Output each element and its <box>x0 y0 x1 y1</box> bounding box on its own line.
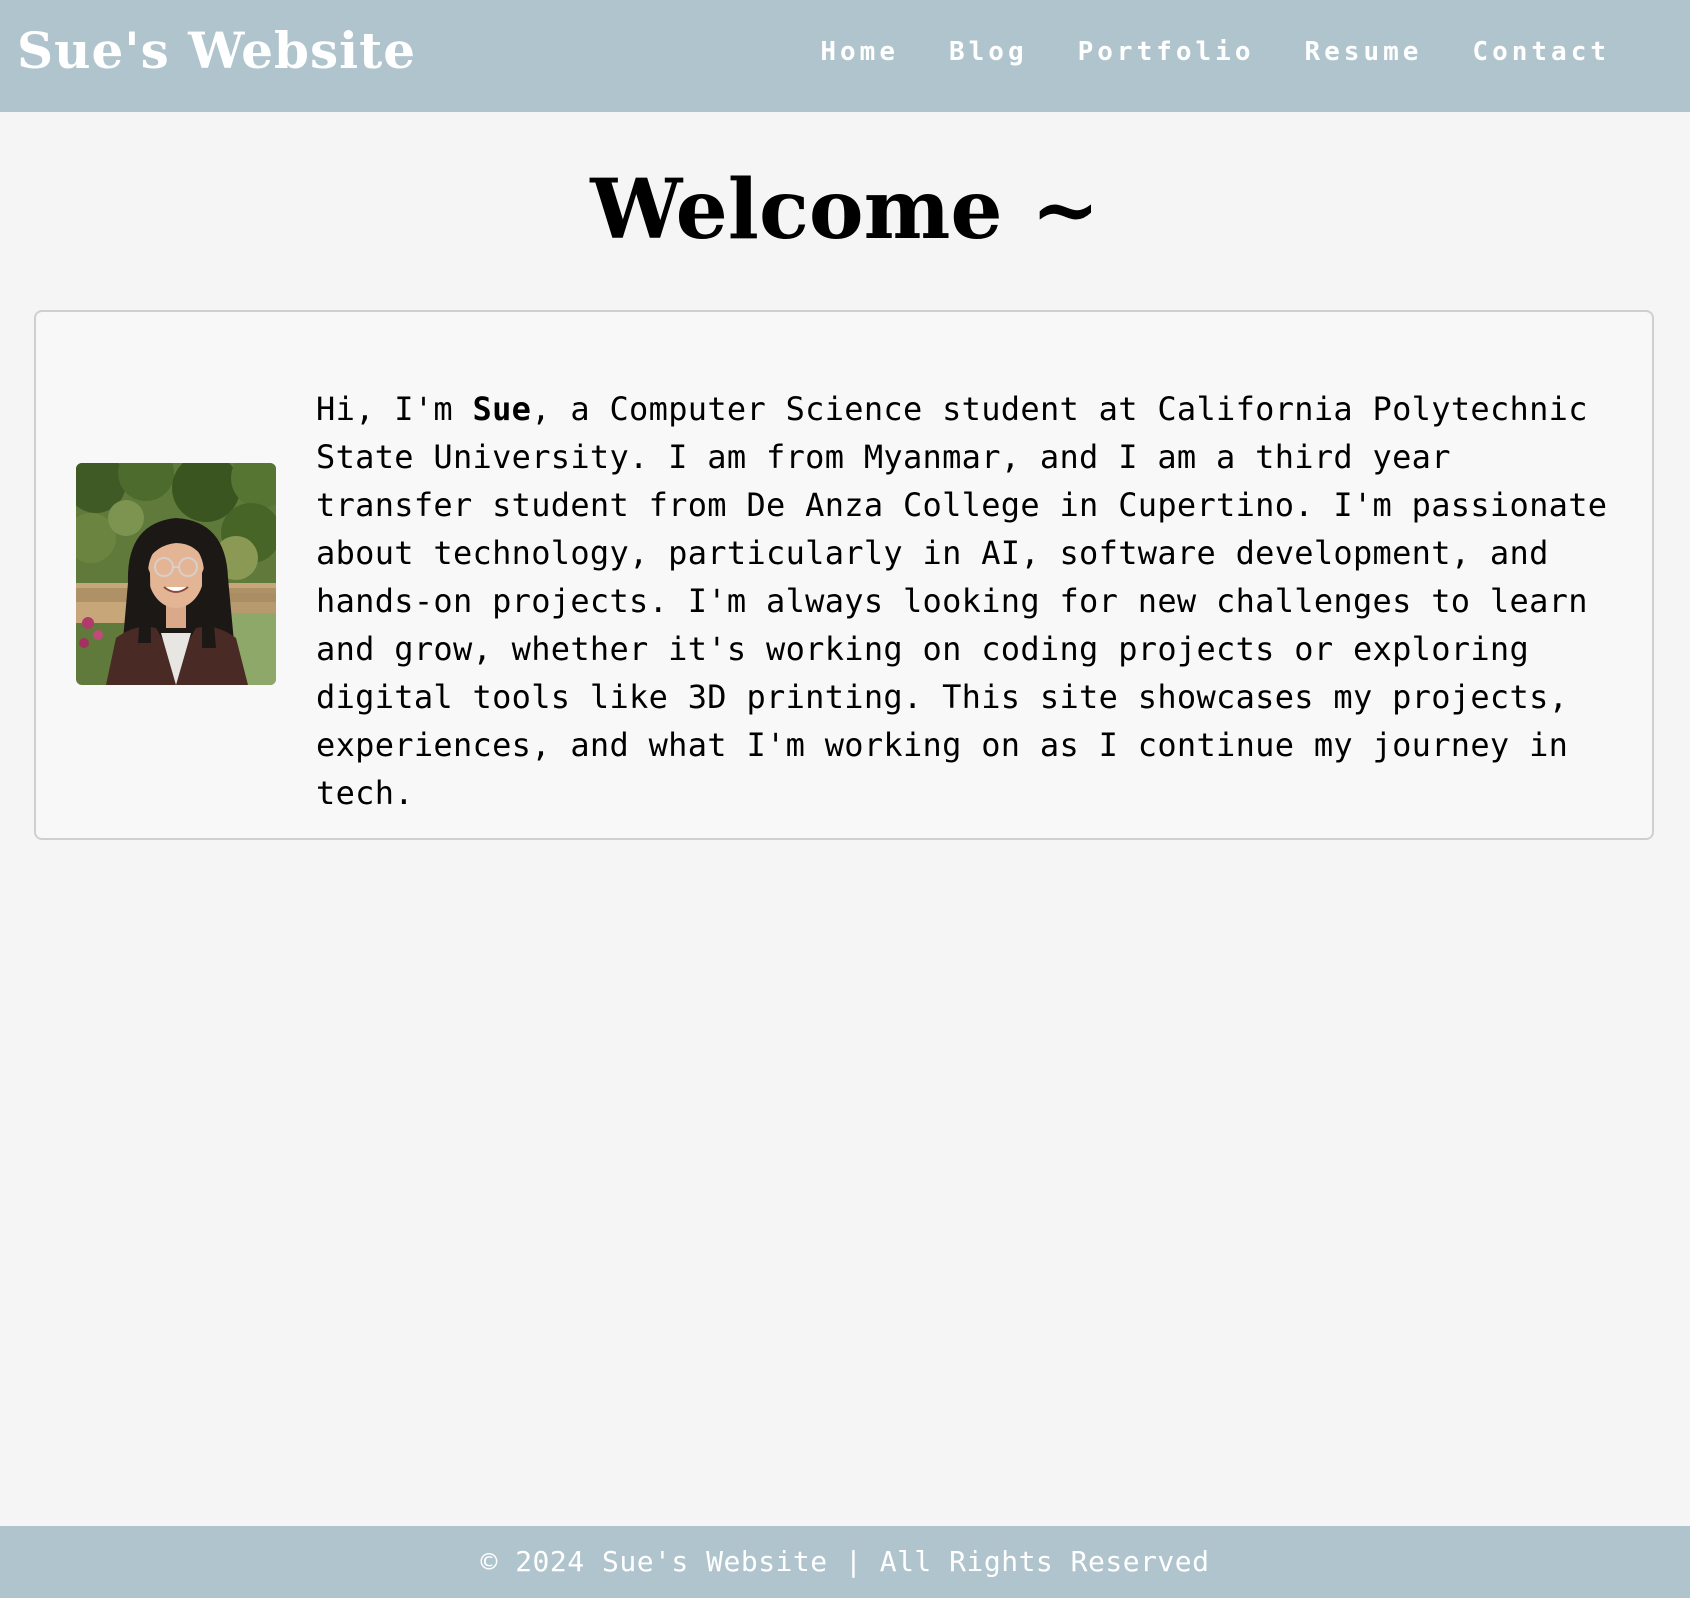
page-title: Welcome ~ <box>590 162 1100 258</box>
intro-name: Sue <box>472 390 532 428</box>
nav-link-portfolio[interactable]: Portfolio <box>1078 32 1255 72</box>
site-header: Sue's Website Home Blog Portfolio Resume… <box>0 0 1690 112</box>
nav-link-contact[interactable]: Contact <box>1472 32 1610 72</box>
main-nav: Home Blog Portfolio Resume Contact <box>820 32 1610 72</box>
nav-link-home[interactable]: Home <box>820 32 899 72</box>
nav-link-blog[interactable]: Blog <box>949 32 1028 72</box>
nav-link-resume[interactable]: Resume <box>1305 32 1423 72</box>
footer-copyright: © 2024 Sue's Website | All Rights Reserv… <box>480 1545 1210 1578</box>
site-title[interactable]: Sue's Website <box>17 18 416 84</box>
site-footer: © 2024 Sue's Website | All Rights Reserv… <box>0 1526 1690 1598</box>
intro-card: Hi, I'm Sue, a Computer Science student … <box>34 310 1654 840</box>
profile-photo-icon <box>76 463 276 685</box>
intro-text-after: , a Computer Science student at Californ… <box>316 390 1608 812</box>
intro-text: Hi, I'm Sue, a Computer Science student … <box>316 385 1626 817</box>
profile-photo <box>76 463 276 685</box>
intro-text-before: Hi, I'm <box>316 390 473 428</box>
